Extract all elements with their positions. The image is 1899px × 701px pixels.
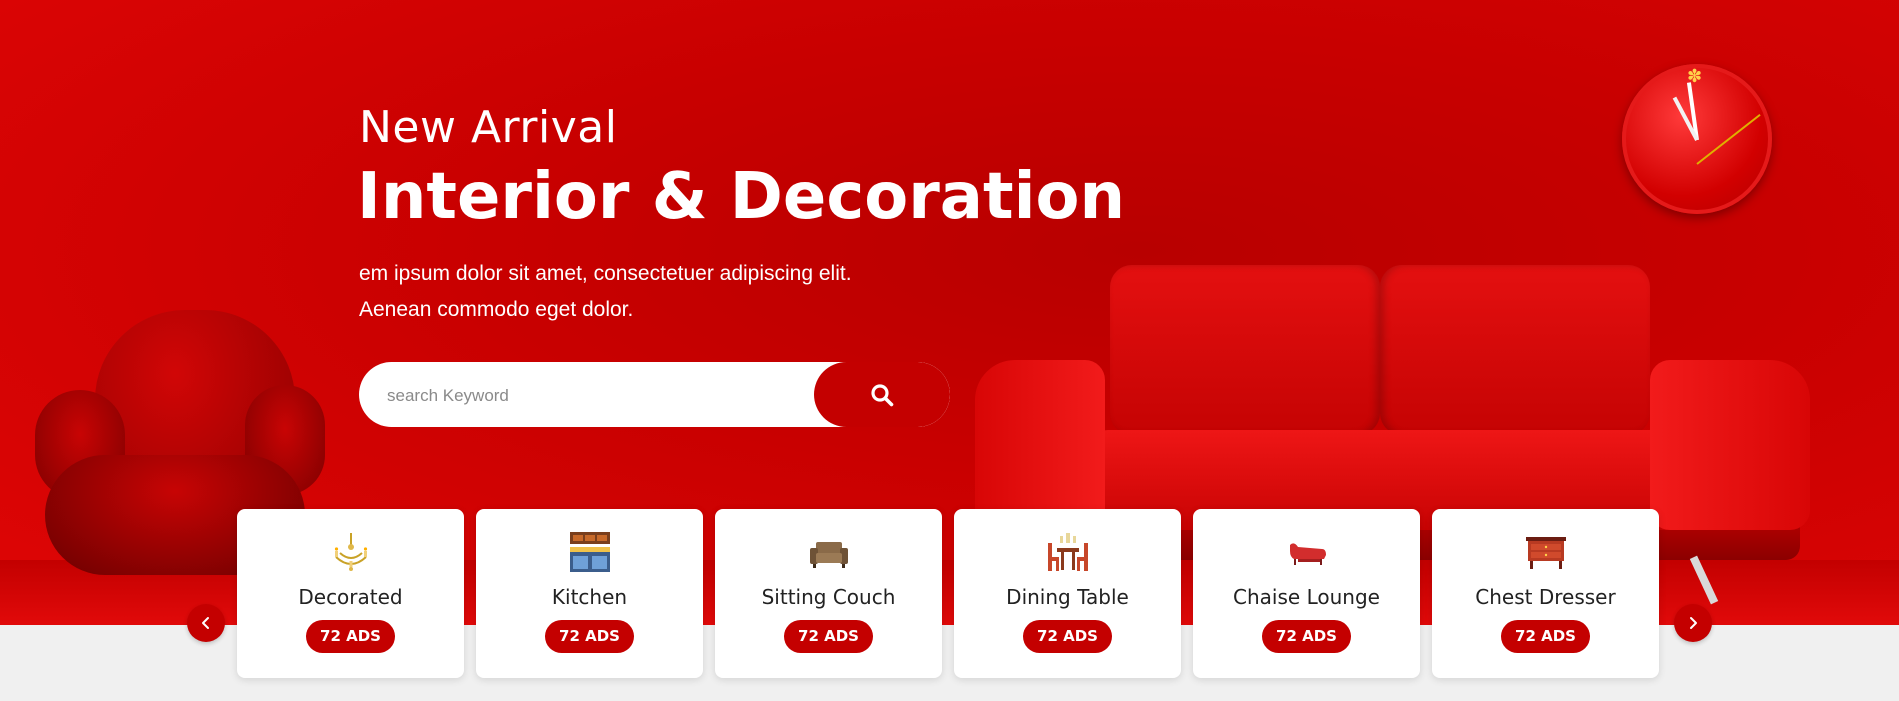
search-button[interactable] bbox=[814, 362, 950, 427]
chevron-right-icon bbox=[1690, 617, 1697, 629]
category-name: Kitchen bbox=[551, 585, 628, 609]
chandelier-icon bbox=[334, 533, 368, 571]
couch-icon bbox=[810, 542, 848, 568]
category-card-sitting-couch[interactable]: Sitting Couch 72 ADS bbox=[715, 509, 942, 678]
category-card-dining-table[interactable]: Dining Table 72 ADS bbox=[954, 509, 1181, 678]
category-name: Chest Dresser bbox=[1475, 585, 1616, 609]
chevron-left-icon bbox=[202, 617, 209, 629]
hero-title: Interior & Decoration bbox=[357, 160, 1126, 234]
category-card-decorated[interactable]: Decorated 72 ADS bbox=[237, 509, 464, 678]
carousel-prev-button[interactable] bbox=[187, 604, 225, 642]
dresser-icon bbox=[1526, 537, 1566, 569]
search-icon bbox=[871, 383, 894, 406]
ads-count-badge: 72 ADS bbox=[784, 620, 873, 653]
kitchen-icon bbox=[570, 532, 610, 572]
ads-count-badge: 72 ADS bbox=[1262, 620, 1351, 653]
ads-count-badge: 72 ADS bbox=[1023, 620, 1112, 653]
hero-description-line: Aenean commodo eget dolor. bbox=[359, 298, 634, 321]
carousel-next-button[interactable] bbox=[1674, 604, 1712, 642]
ads-count-badge: 72 ADS bbox=[306, 620, 395, 653]
hero-subtitle: New Arrival bbox=[359, 102, 618, 153]
category-name: Sitting Couch bbox=[761, 585, 896, 609]
search-input[interactable] bbox=[385, 362, 809, 427]
ads-count-badge: 72 ADS bbox=[545, 620, 634, 653]
hero-description: em ipsum dolor sit amet, consectetuer ad… bbox=[359, 256, 852, 328]
category-name: Dining Table bbox=[1006, 585, 1129, 609]
category-carousel: Decorated 72 ADS Kitchen 72 ADS Sitting … bbox=[237, 509, 1661, 679]
hero-description-line: em ipsum dolor sit amet, consectetuer ad… bbox=[359, 262, 852, 285]
category-card-chaise-lounge[interactable]: Chaise Lounge 72 ADS bbox=[1193, 509, 1420, 678]
category-name: Decorated bbox=[298, 585, 403, 609]
wall-clock-image: ✽ bbox=[1622, 64, 1772, 214]
search-bar bbox=[359, 362, 950, 427]
category-name: Chaise Lounge bbox=[1233, 585, 1380, 609]
category-card-chest-dresser[interactable]: Chest Dresser 72 ADS bbox=[1432, 509, 1659, 678]
category-card-kitchen[interactable]: Kitchen 72 ADS bbox=[476, 509, 703, 678]
chaise-lounge-icon bbox=[1290, 543, 1326, 565]
dining-table-icon bbox=[1048, 533, 1088, 571]
ads-count-badge: 72 ADS bbox=[1501, 620, 1590, 653]
